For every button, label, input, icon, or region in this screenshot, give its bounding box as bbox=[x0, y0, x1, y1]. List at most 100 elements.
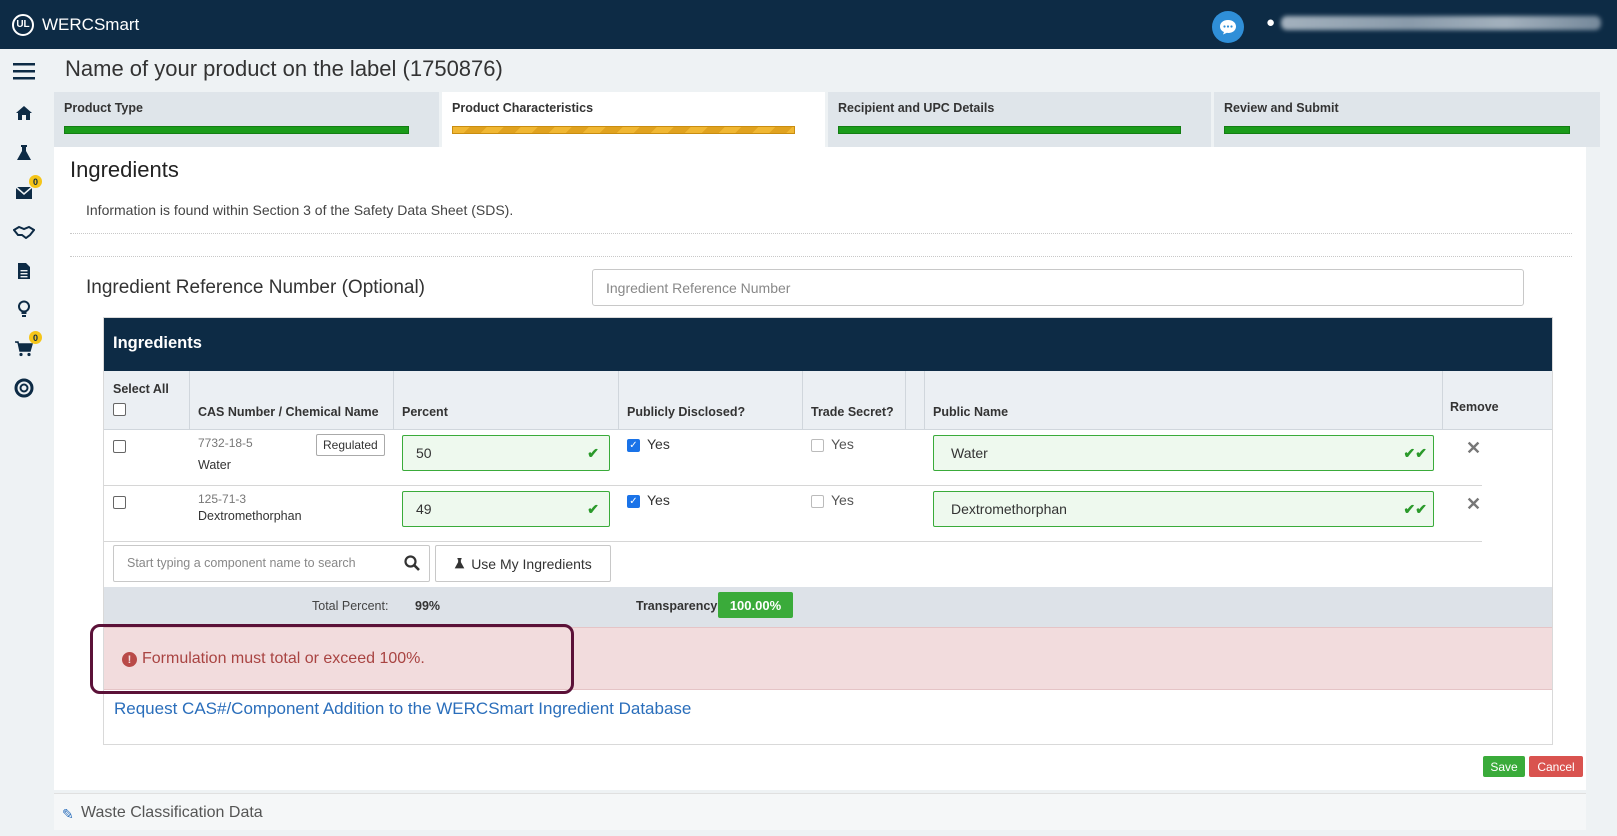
cancel-button[interactable]: Cancel bbox=[1529, 756, 1583, 777]
check-icon: ✔ bbox=[587, 445, 599, 461]
step-label: Product Type bbox=[64, 101, 143, 115]
request-cas-link[interactable]: Request CAS#/Component Addition to the W… bbox=[114, 699, 691, 719]
page-title: Name of your product on the label (17508… bbox=[65, 56, 503, 81]
use-my-ingredients-button[interactable]: Use My Ingredients bbox=[435, 545, 611, 582]
messages-badge: 0 bbox=[29, 175, 42, 188]
table-row: 125-71-3 Dextromethorphan 49 ✔ ✓ Yes Yes… bbox=[104, 486, 1482, 542]
column-separator bbox=[618, 371, 619, 430]
step-label: Recipient and UPC Details bbox=[838, 101, 995, 115]
column-public-name: Public Name bbox=[933, 405, 1009, 419]
brand-name: WERCSmart bbox=[42, 14, 140, 34]
cart-icon[interactable]: 0 bbox=[12, 331, 42, 361]
publicly-disclosed-label: Yes bbox=[647, 492, 670, 508]
flask-icon[interactable] bbox=[12, 141, 36, 165]
divider bbox=[70, 256, 1572, 257]
error-alert: ! Formulation must total or exceed 100%. bbox=[90, 624, 1552, 694]
column-separator bbox=[924, 371, 925, 430]
user-menu[interactable]: ● bbox=[1266, 14, 1602, 31]
handshake-icon[interactable] bbox=[12, 220, 36, 244]
use-my-ingredients-label: Use My Ingredients bbox=[471, 555, 592, 572]
trade-secret-label: Yes bbox=[831, 436, 854, 452]
ul-logo: UL bbox=[12, 13, 34, 36]
select-all-checkbox[interactable] bbox=[113, 403, 126, 416]
public-name-input[interactable]: Water ✔✔ bbox=[933, 435, 1434, 471]
trade-secret-checkbox[interactable] bbox=[811, 439, 824, 452]
double-check-icon: ✔✔ bbox=[1403, 445, 1427, 461]
step-progress-bar bbox=[452, 126, 795, 134]
percent-value: 50 bbox=[416, 445, 432, 461]
publicly-disclosed-checkbox[interactable]: ✓ bbox=[627, 495, 640, 508]
component-search-input[interactable]: Start typing a component name to search bbox=[113, 545, 430, 582]
search-icon[interactable] bbox=[404, 555, 420, 571]
envelope-icon[interactable]: 0 bbox=[12, 175, 42, 205]
publicly-disclosed-label: Yes bbox=[647, 436, 670, 452]
side-nav: 0 0 bbox=[0, 49, 48, 836]
reference-label: Ingredient Reference Number (Optional) bbox=[86, 277, 426, 298]
transparency-badge: 100.00% bbox=[718, 592, 793, 618]
percent-value: 49 bbox=[416, 501, 432, 517]
main-panel: Ingredients Information is found within … bbox=[54, 147, 1586, 790]
waste-classification-section[interactable]: ✎ Waste Classification Data bbox=[54, 793, 1586, 830]
row-checkbox[interactable] bbox=[113, 440, 126, 453]
chat-button[interactable] bbox=[1212, 11, 1244, 43]
save-button[interactable]: Save bbox=[1483, 756, 1525, 777]
remove-icon[interactable]: ✕ bbox=[1466, 494, 1481, 515]
ingredients-card: Ingredients Select All CAS Number / Chem… bbox=[90, 317, 1553, 745]
top-bar: UL WERCSmart ● bbox=[0, 0, 1617, 49]
check-icon: ✔ bbox=[587, 501, 599, 517]
totals-row: Total Percent: 99% Transparency: 100.00% bbox=[104, 587, 1552, 627]
column-cas: CAS Number / Chemical Name bbox=[198, 405, 379, 419]
chemical-name: Dextromethorphan bbox=[198, 509, 302, 523]
lifebuoy-icon[interactable] bbox=[12, 376, 36, 400]
column-separator bbox=[189, 371, 190, 430]
step-recipient-upc[interactable]: Recipient and UPC Details bbox=[828, 92, 1211, 147]
divider bbox=[70, 233, 1572, 234]
step-label: Product Characteristics bbox=[452, 101, 594, 115]
reference-number-input[interactable] bbox=[592, 269, 1524, 306]
publicly-disclosed-checkbox[interactable]: ✓ bbox=[627, 439, 640, 452]
user-name-redacted bbox=[1281, 15, 1602, 30]
select-all-label: Select All bbox=[113, 382, 169, 396]
cas-number: 125-71-3 bbox=[198, 492, 247, 506]
cas-number: 7732-18-5 bbox=[198, 436, 253, 450]
exclamation-icon: ! bbox=[122, 652, 137, 667]
waste-classification-label: Waste Classification Data bbox=[81, 804, 263, 821]
column-percent: Percent bbox=[402, 405, 448, 419]
column-publicly-disclosed: Publicly Disclosed? bbox=[627, 405, 746, 419]
section-title: Ingredients bbox=[70, 157, 179, 182]
percent-input[interactable]: 50 ✔ bbox=[402, 435, 610, 471]
search-placeholder: Start typing a component name to search bbox=[127, 556, 356, 570]
percent-input[interactable]: 49 ✔ bbox=[402, 491, 610, 527]
step-progress-bar bbox=[1224, 126, 1570, 134]
double-check-icon: ✔✔ bbox=[1403, 501, 1427, 517]
alert-message: Formulation must total or exceed 100%. bbox=[142, 650, 425, 667]
public-name-value: Dextromethorphan bbox=[951, 501, 1067, 517]
flask-icon bbox=[454, 558, 465, 569]
step-product-characteristics[interactable]: Product Characteristics bbox=[442, 92, 825, 147]
total-percent-label: Total Percent: bbox=[312, 599, 389, 613]
row-checkbox[interactable] bbox=[113, 496, 126, 509]
step-progress-bar bbox=[838, 126, 1181, 134]
table-row: 7732-18-5 Water Regulated 50 ✔ ✓ Yes Yes… bbox=[104, 430, 1482, 486]
column-separator bbox=[1442, 371, 1443, 430]
trade-secret-checkbox[interactable] bbox=[811, 495, 824, 508]
menu-icon[interactable] bbox=[12, 59, 36, 83]
brand[interactable]: UL WERCSmart bbox=[12, 13, 140, 36]
lightbulb-icon[interactable] bbox=[12, 297, 36, 321]
trade-secret-label: Yes bbox=[831, 492, 854, 508]
column-separator bbox=[393, 371, 394, 430]
column-separator bbox=[802, 371, 803, 430]
total-percent-value: 99% bbox=[415, 599, 441, 613]
step-progress-bar bbox=[64, 126, 409, 134]
remove-icon[interactable]: ✕ bbox=[1466, 438, 1481, 459]
home-icon[interactable] bbox=[12, 101, 36, 125]
column-remove: Remove bbox=[1450, 400, 1499, 414]
public-name-input[interactable]: Dextromethorphan ✔✔ bbox=[933, 491, 1434, 527]
document-icon[interactable] bbox=[12, 259, 36, 283]
chemical-name: Water bbox=[198, 458, 231, 472]
step-review-submit[interactable]: Review and Submit bbox=[1214, 92, 1600, 147]
chat-bubble-icon bbox=[1220, 20, 1236, 35]
step-product-type[interactable]: Product Type bbox=[54, 92, 439, 147]
ingredients-card-header: Ingredients bbox=[104, 318, 1552, 371]
pencil-icon: ✎ bbox=[62, 806, 74, 822]
